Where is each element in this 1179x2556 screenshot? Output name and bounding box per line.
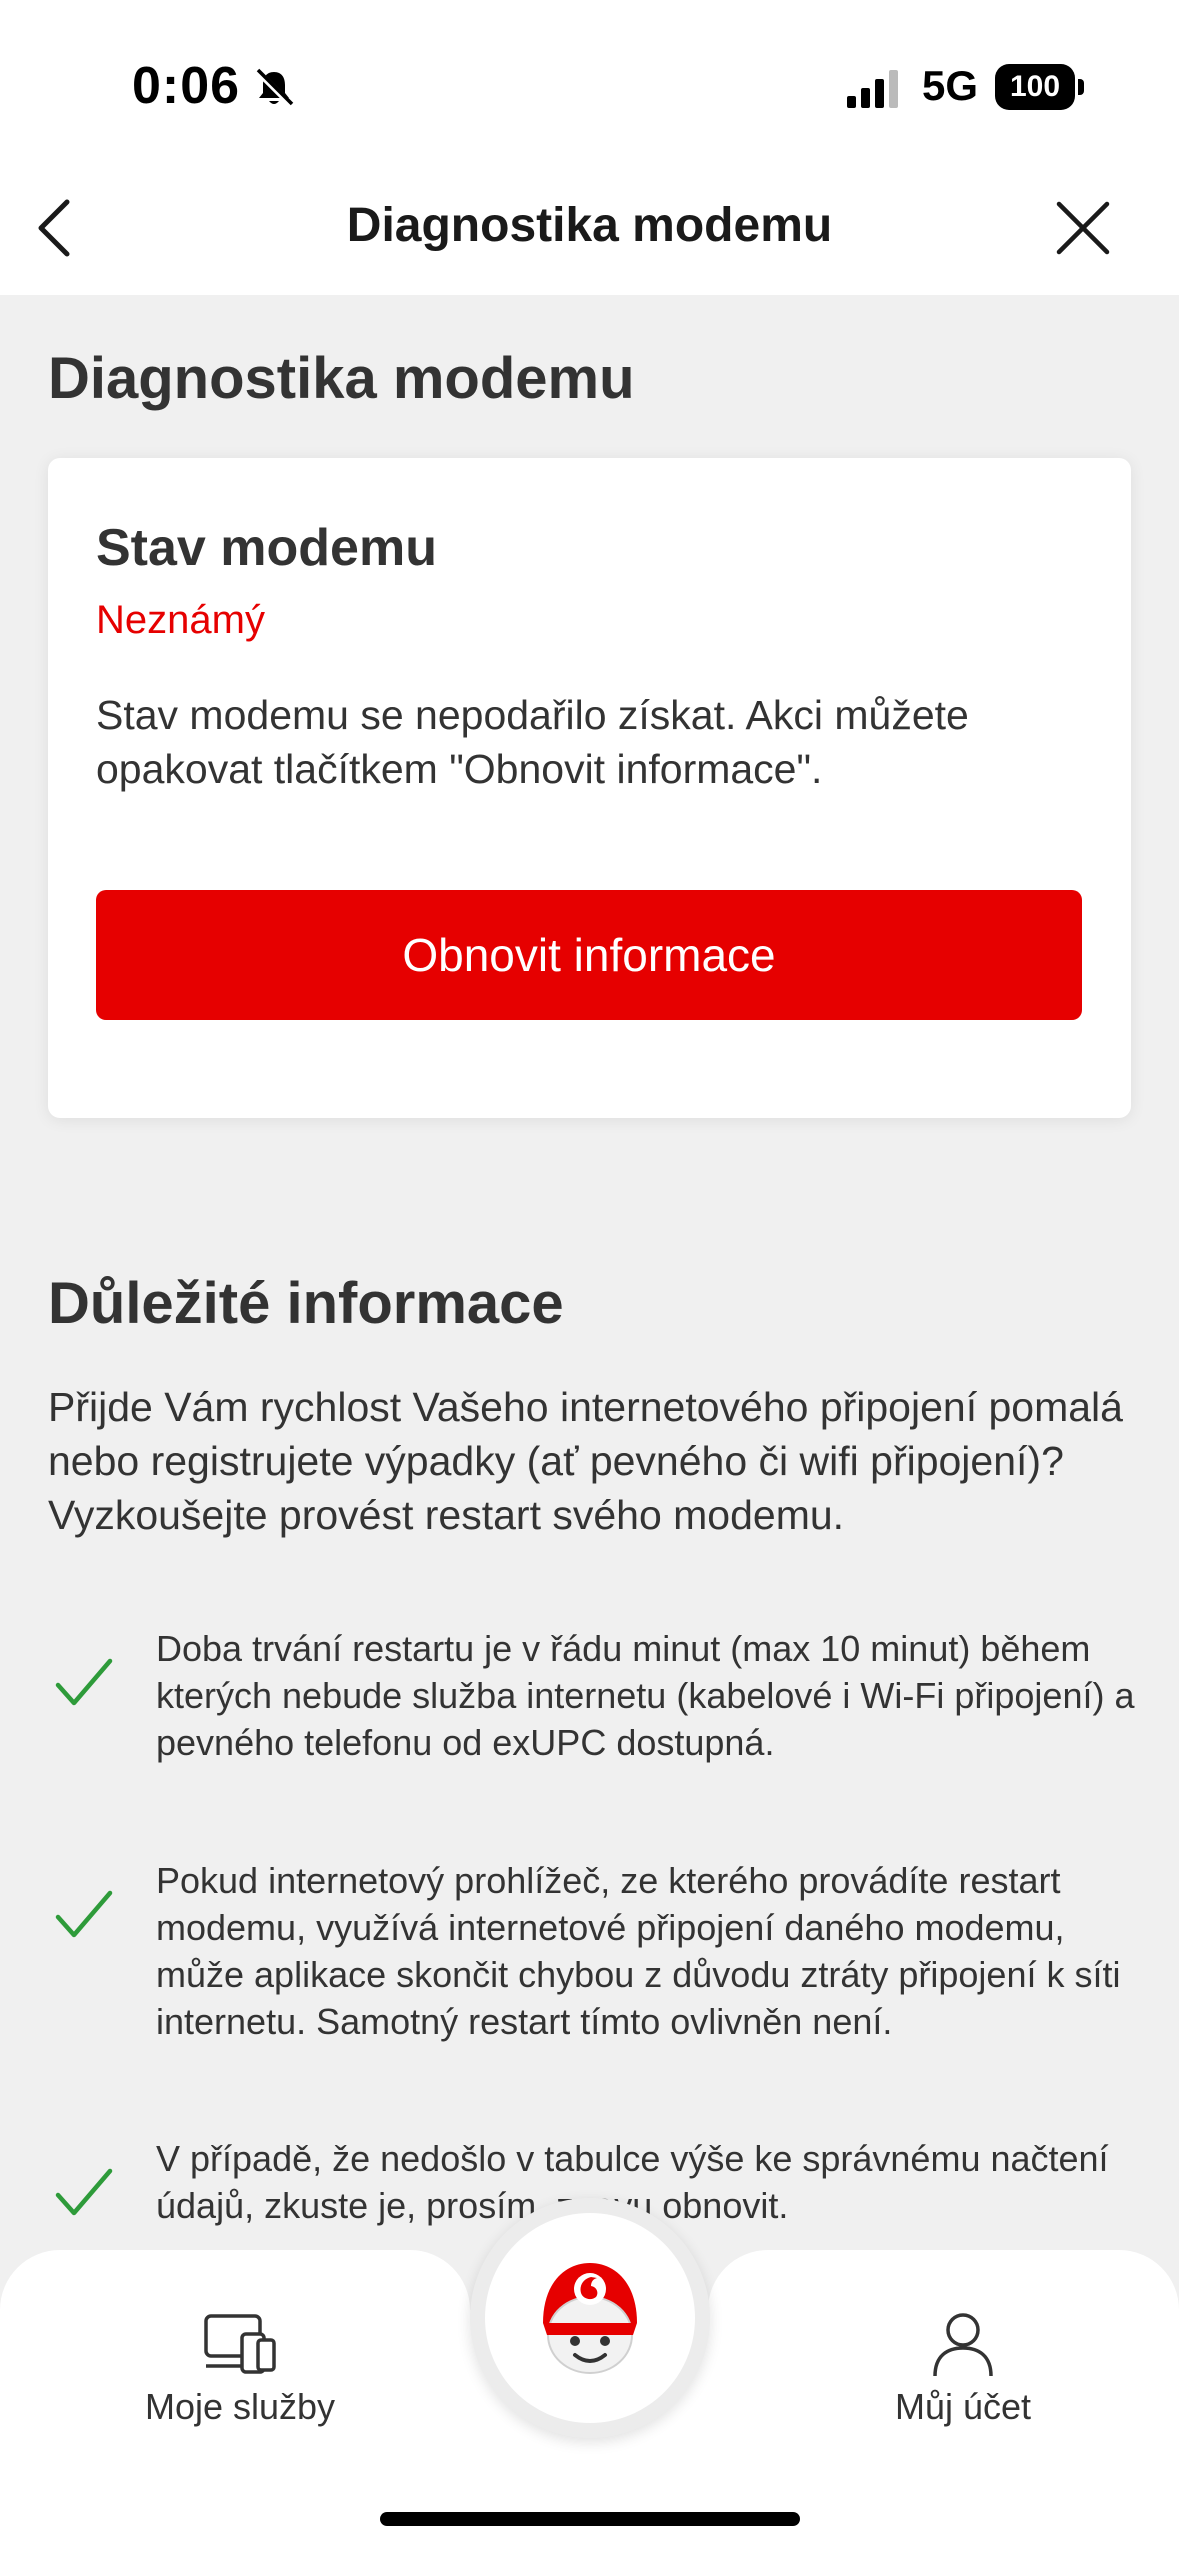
status-bar: 0:06 5G 100 [0,0,1179,160]
nav-title: Diagnostika modemu [346,199,833,252]
assistant-button-inner [485,2213,695,2423]
card-description: Stav modemu se nepodařilo získat. Akci m… [96,692,969,792]
list-item-text: Doba trvání restartu je v řádu minut (ma… [156,1628,1135,1763]
network-type: 5G [922,62,979,109]
card-title: Stav modemu [96,519,437,577]
battery-tip [1078,79,1084,95]
nav-header: Diagnostika modemu [0,160,1179,295]
checkmark-icon [55,1890,113,1938]
bell-slash-icon [254,68,294,108]
signal-bars-icon [847,70,898,108]
refresh-info-button[interactable]: Obnovit informace [96,890,1082,1020]
nav-item-my-services[interactable]: Moje služby [90,2310,390,2428]
assistant-avatar-icon [543,2263,637,2374]
home-indicator [380,2512,800,2526]
status-time: 0:06 [132,57,241,115]
info-section-title: Důležité informace [48,1271,564,1336]
list-item-text: Pokud internetový prohlížeč, ze kterého … [156,1860,1121,2042]
screen: 0:06 5G 100 Diagnostika modemu Diagnosti… [0,0,1179,2556]
assistant-button[interactable] [470,2198,710,2438]
nav-item-label: Můj účet [894,2386,1032,2427]
user-icon [933,2313,993,2377]
battery-indicator: 100 [995,64,1085,110]
info-intro-text: Přijde Vám rychlost Vašeho internetového… [48,1384,1123,1538]
page-title: Diagnostika modemu [48,346,635,411]
devices-icon [204,2314,276,2374]
close-button[interactable] [1045,190,1120,265]
status-badge: Neznámý [96,598,265,642]
checkmark-icon [55,1658,113,1706]
nav-item-my-account[interactable]: Můj účet [813,2310,1113,2428]
bottom-nav: Moje služby Můj účet [0,2198,1179,2556]
nav-item-label: Moje služby [144,2386,336,2427]
modem-status-card: Stav modemu Neznámý Stav modemu se nepod… [48,458,1131,1118]
checkmark-icon [55,2168,113,2216]
list-item-text: V případě, že nedošlo v tabulce výše ke … [156,2138,1109,2226]
battery-level: 100 [995,64,1075,110]
close-icon [1056,201,1109,254]
